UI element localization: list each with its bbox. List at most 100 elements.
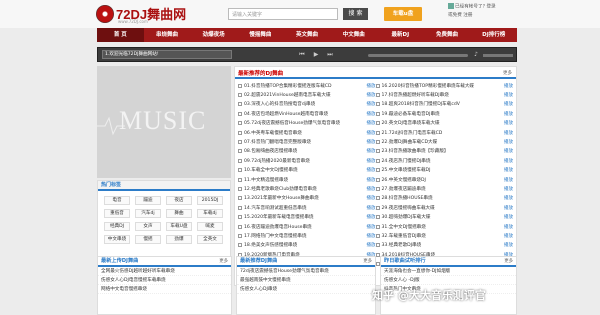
play-link[interactable]: 播放 xyxy=(366,214,376,220)
play-link[interactable]: 播放 xyxy=(366,233,376,239)
checkbox[interactable] xyxy=(238,205,242,210)
play-link[interactable]: 播放 xyxy=(366,130,376,136)
play-link[interactable]: 播放 xyxy=(366,167,376,173)
nav-item[interactable]: 串烧舞曲 xyxy=(144,28,191,42)
list-item[interactable]: 03.深夜入心的抖音热搜电音dj串烧 播放 xyxy=(238,100,376,109)
search-input[interactable]: 请输入关键字 xyxy=(228,8,338,20)
list-item[interactable]: 23.抖音热播歌曲串烧【珍藏版】 播放 xyxy=(375,147,513,156)
play-link[interactable]: 播放 xyxy=(366,177,376,183)
play-link[interactable]: 播放 xyxy=(503,92,513,98)
checkbox[interactable] xyxy=(238,186,242,191)
list-item[interactable]: 10.车载全中文DJ慢摇串烧 播放 xyxy=(238,166,376,175)
login-link[interactable]: 已经有帐号了? 登录 xyxy=(455,5,496,10)
play-link[interactable]: 播放 xyxy=(366,195,376,201)
volume-slider[interactable] xyxy=(483,54,513,57)
checkbox[interactable] xyxy=(375,224,380,229)
list-item[interactable]: 18.绝美女声伤感慢摇串烧 播放 xyxy=(238,241,376,250)
panel-item[interactable]: 网络中文电音慢摇串烧 xyxy=(98,285,231,294)
nav-item[interactable]: 劲爆夜场 xyxy=(190,28,237,42)
tag-item[interactable]: 车载U盘 xyxy=(166,222,192,231)
panel-more-link[interactable]: 更多 xyxy=(363,257,372,266)
play-link[interactable]: 播放 xyxy=(366,101,376,107)
list-item[interactable]: 07.抖音热门翻唱电音完整版串烧 播放 xyxy=(238,137,376,146)
checkbox[interactable] xyxy=(238,83,242,88)
list-item[interactable]: 02.超震2021VinHouse越南电音车载大碟 播放 xyxy=(238,90,376,99)
panel-item[interactable]: 全网最火伤感DJ越听越好听车载串烧 xyxy=(98,267,231,276)
next-icon[interactable]: ⏭ xyxy=(326,51,334,59)
nav-item[interactable]: 首 页 xyxy=(97,28,144,42)
list-item[interactable]: 33.经典老歌DJ串烧 播放 xyxy=(375,241,513,250)
play-link[interactable]: 播放 xyxy=(503,186,513,192)
list-item[interactable]: 20.英文DJ电音串烧车载大碟 播放 xyxy=(375,119,513,128)
checkbox[interactable] xyxy=(375,102,380,107)
prev-icon[interactable]: ⏮ xyxy=(298,51,306,59)
list-item[interactable]: 09.72dj热播2020最新电音串烧 播放 xyxy=(238,156,376,165)
list-item[interactable]: 08.包厢嗨曲夜店慢摇串烧 播放 xyxy=(238,147,376,156)
play-link[interactable]: 播放 xyxy=(503,242,513,248)
play-link[interactable]: 播放 xyxy=(366,120,376,126)
tag-item[interactable]: 蹦迪 xyxy=(135,196,161,205)
checkbox[interactable] xyxy=(375,121,380,126)
list-item[interactable]: 17.抖音热播超燃好听车载DJ串烧 播放 xyxy=(375,90,513,99)
checkbox[interactable] xyxy=(238,224,242,229)
list-item[interactable]: 18.超爽2018抖音热门慢摇DJ车载cdV 播放 xyxy=(375,100,513,109)
play-link[interactable]: 播放 xyxy=(503,195,513,201)
checkbox[interactable] xyxy=(375,93,380,98)
list-item[interactable]: 26.中英文慢摇串烧DJ 播放 xyxy=(375,175,513,184)
tag-item[interactable]: 慢摇 xyxy=(135,235,161,244)
checkbox[interactable] xyxy=(238,158,242,163)
checkbox[interactable] xyxy=(375,252,380,257)
checkbox[interactable] xyxy=(375,111,380,116)
checkbox[interactable] xyxy=(375,243,380,248)
checkbox[interactable] xyxy=(375,262,380,267)
play-link[interactable]: 播放 xyxy=(366,224,376,230)
checkbox[interactable] xyxy=(375,233,380,238)
list-item[interactable]: 21.72dj抖音热门电音车载CD 播放 xyxy=(375,128,513,137)
tag-item[interactable]: 经典DJ xyxy=(104,222,130,231)
checkbox[interactable] xyxy=(238,196,242,201)
checkbox[interactable] xyxy=(375,149,380,154)
list-item[interactable]: 13.2021年最新中文House舞曲串烧 播放 xyxy=(238,194,376,203)
play-link[interactable]: 播放 xyxy=(503,158,513,164)
list-item[interactable]: 30.超嗨劲爆DJ车载大碟 播放 xyxy=(375,212,513,221)
checkbox[interactable] xyxy=(375,140,380,145)
play-link[interactable]: 播放 xyxy=(503,139,513,145)
checkbox[interactable] xyxy=(375,177,380,182)
play-link[interactable]: 播放 xyxy=(503,214,513,220)
register-link[interactable]: 或免费 注册 xyxy=(448,12,518,20)
site-logo[interactable]: 72DJ舞曲网 www.72DJ.com xyxy=(96,3,186,25)
list-item[interactable]: 11.中文精选慢摇串烧 播放 xyxy=(238,175,376,184)
play-link[interactable]: 播放 xyxy=(503,101,513,107)
play-link[interactable]: 播放 xyxy=(503,205,513,211)
checkbox[interactable] xyxy=(375,215,380,220)
checkbox[interactable] xyxy=(238,177,242,182)
tag-item[interactable]: 劲爆 xyxy=(166,235,192,244)
checkbox[interactable] xyxy=(238,93,242,98)
nav-item[interactable]: 英文舞曲 xyxy=(284,28,331,42)
panel-item[interactable]: 天涯海角也会一直想你-DJ如烟版 xyxy=(381,267,516,276)
play-link[interactable]: 播放 xyxy=(366,186,376,192)
play-link[interactable]: 播放 xyxy=(366,111,376,117)
checkbox[interactable] xyxy=(238,243,242,248)
panel-more-link[interactable]: 更多 xyxy=(504,257,513,266)
panel-item[interactable]: 伤感女人心DJ串烧 xyxy=(237,285,375,294)
search-button[interactable]: 搜 索 xyxy=(343,8,368,20)
list-item[interactable]: 31.全中文DJ慢摇串烧 播放 xyxy=(375,222,513,231)
panel-item[interactable]: 伤感女人心DJ电音慢摇车载串烧 xyxy=(98,276,231,285)
play-link[interactable]: 播放 xyxy=(503,120,513,126)
list-item[interactable]: 19.蹦迪必备车载电音DJ串烧 播放 xyxy=(375,109,513,118)
list-more-link[interactable]: 更多 xyxy=(503,70,512,76)
checkbox[interactable] xyxy=(375,168,380,173)
list-item[interactable]: 15.2020年最新车载电音慢摇串烧 播放 xyxy=(238,212,376,221)
play-link[interactable]: 播放 xyxy=(366,158,376,164)
checkbox[interactable] xyxy=(238,233,242,238)
checkbox[interactable] xyxy=(375,83,380,88)
list-item[interactable]: 12.经典老歌串烧Club劲爆电音串烧 播放 xyxy=(238,184,376,193)
tag-item[interactable]: 喊麦 xyxy=(197,222,223,231)
list-item[interactable]: 29.夜店慢摇嗨曲车载大碟 播放 xyxy=(375,203,513,212)
checkbox[interactable] xyxy=(238,102,242,107)
tag-item[interactable]: 2015DJ xyxy=(197,196,223,205)
list-item[interactable]: 04.夜店包场超燃VinHouse越南电音串烧 播放 xyxy=(238,109,376,118)
play-link[interactable]: 播放 xyxy=(503,83,513,89)
play-link[interactable]: 播放 xyxy=(366,139,376,145)
